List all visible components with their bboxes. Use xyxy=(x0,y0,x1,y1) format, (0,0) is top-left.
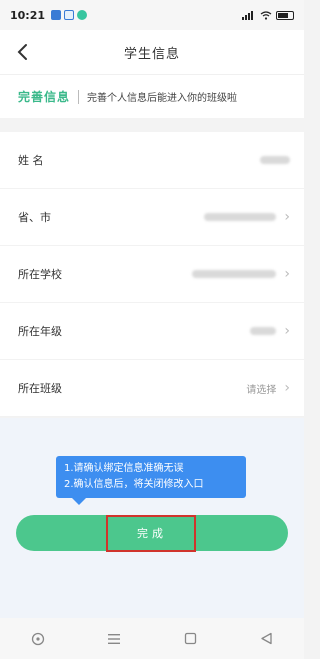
nav-menu-button[interactable] xyxy=(99,624,129,654)
form-label: 省、市 xyxy=(18,211,51,224)
form-row-class[interactable]: 所在班级 请选择 › xyxy=(0,360,304,417)
form-label: 所在年级 xyxy=(18,325,62,338)
banner-divider xyxy=(78,89,80,104)
status-bar: 10:21 xyxy=(0,0,304,30)
tooltip-line: 1.请确认绑定信息准确无误 xyxy=(64,463,184,474)
status-notification-icons xyxy=(51,10,88,20)
chevron-right-icon: › xyxy=(284,323,290,339)
app-header: 学生信息 xyxy=(0,30,304,74)
done-button-label: 完成 xyxy=(137,527,167,540)
confirm-tooltip: 1.请确认绑定信息准确无误 2.确认信息后，将关闭修改入口 xyxy=(56,456,246,505)
form-row-name[interactable]: 姓 名 xyxy=(0,132,304,189)
student-info-form: 姓 名 省、市 › 所在学校 › 所在年级 › 所在班级 请选择 › xyxy=(0,132,304,417)
banner-subtitle: 完善个人信息后能进入你的班级啦 xyxy=(87,93,238,104)
done-button[interactable]: 完成 xyxy=(16,515,288,551)
form-value-redacted: › xyxy=(192,266,290,282)
form-label: 所在班级 xyxy=(18,382,62,395)
form-label: 姓 名 xyxy=(18,154,44,167)
status-system-icons xyxy=(242,10,294,20)
form-value-redacted xyxy=(260,156,290,164)
nav-home-button[interactable] xyxy=(175,624,205,654)
menu-icon xyxy=(108,633,120,644)
form-label: 所在学校 xyxy=(18,268,62,281)
app-notification-icon xyxy=(77,10,88,20)
redacted-value xyxy=(192,270,277,278)
page-title: 学生信息 xyxy=(123,46,180,62)
form-value-redacted: › xyxy=(204,209,290,225)
battery-icon xyxy=(276,10,294,20)
back-button[interactable] xyxy=(8,38,36,66)
class-select-placeholder: 请选择 xyxy=(246,384,277,396)
system-nav-bar xyxy=(0,618,304,659)
info-banner: 完善信息 完善个人信息后能进入你的班级啦 xyxy=(0,74,304,118)
circle-dot-icon xyxy=(31,632,45,645)
nav-back-button[interactable] xyxy=(251,624,281,654)
form-row-school[interactable]: 所在学校 › xyxy=(0,246,304,303)
app-notification-icon xyxy=(51,10,62,20)
triangle-back-icon xyxy=(260,632,272,645)
signal-icon xyxy=(242,10,253,20)
app-notification-icon xyxy=(64,10,75,20)
banner-title: 完善信息 xyxy=(18,90,71,104)
status-time: 10:21 xyxy=(10,8,46,22)
form-row-grade[interactable]: 所在年级 › xyxy=(0,303,304,360)
square-icon xyxy=(184,632,196,645)
form-row-province-city[interactable]: 省、市 › xyxy=(0,189,304,246)
tooltip-line: 2.确认信息后，将关闭修改入口 xyxy=(64,479,204,490)
chevron-right-icon: › xyxy=(284,209,290,225)
redacted-value xyxy=(250,327,277,335)
chevron-left-icon xyxy=(17,44,27,60)
chevron-right-icon: › xyxy=(284,266,290,282)
redacted-value xyxy=(260,156,290,164)
redacted-value xyxy=(204,213,277,221)
form-value-redacted: › xyxy=(250,323,290,339)
nav-assistant-button[interactable] xyxy=(23,624,53,654)
form-value: 请选择 › xyxy=(246,380,290,396)
wifi-icon xyxy=(260,10,272,20)
chevron-right-icon: › xyxy=(284,380,290,396)
